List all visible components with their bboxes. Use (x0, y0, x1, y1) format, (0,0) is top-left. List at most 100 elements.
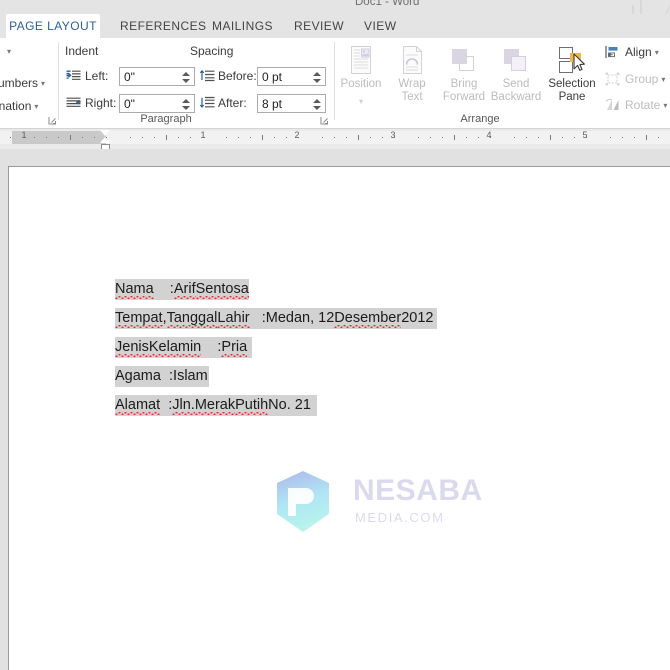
document-line-nama[interactable]: Nama : Arif Sentosa (115, 279, 535, 308)
chevron-down-icon[interactable]: ▾ (41, 79, 45, 88)
tab-review[interactable]: REVIEW (282, 14, 356, 38)
page-setup-line-numbers-button[interactable]: umbers ▾ (0, 76, 45, 90)
indent-left-value: 0" (124, 70, 135, 84)
misspelled-word: Nama (115, 281, 154, 299)
paragraph-group-label: Paragraph (140, 113, 192, 125)
tab-page-layout[interactable]: PAGE LAYOUT (6, 14, 100, 38)
document-line-alamat[interactable]: Alamat : Jln. Merak Putih No. 21 (115, 395, 535, 424)
text-run: : (153, 281, 174, 297)
arrange-group-label: Arrange (460, 113, 500, 125)
paragraph-dialog-launcher[interactable] (320, 116, 329, 125)
ribbon: umbers▾ enation▾ ▾ Indent Spacing (0, 38, 670, 129)
indent-right-stepper[interactable] (181, 95, 192, 114)
text-run: : (160, 368, 174, 384)
spacing-after-input[interactable]: 8 pt (257, 94, 326, 113)
indent-left-input[interactable]: 0" (119, 67, 195, 86)
selected-text: Agama : Islam (115, 366, 209, 387)
text-run: , 12 (310, 310, 335, 326)
indent-left-label: Left: (85, 69, 109, 83)
bring-forward-icon (437, 44, 491, 78)
text-run: Medan (265, 310, 311, 326)
chevron-down-icon[interactable]: ▾ (7, 47, 11, 56)
rotate-button[interactable]: Rotate ▾ (605, 96, 667, 115)
word-window: Doc1 - Word PAGE LAYOUT REFERENCES MAILI… (0, 0, 670, 670)
bring-forward-label: Bring Forward (442, 78, 486, 103)
spacing-after-stepper[interactable] (312, 95, 323, 114)
indent-right-input[interactable]: 0" (119, 94, 195, 113)
spacing-after-label: After: (218, 96, 247, 110)
spacing-before-icon (199, 69, 215, 87)
watermark-brand: NESABA (353, 474, 483, 507)
selection-pane-button[interactable]: Selection Pane (545, 44, 599, 104)
chevron-down-icon[interactable]: ▾ (34, 102, 38, 111)
send-backward-icon (489, 44, 543, 78)
tab-mailings[interactable]: MAILINGS (200, 14, 285, 38)
misspelled-word: Merak (194, 397, 236, 415)
spacing-before-stepper[interactable] (312, 68, 323, 87)
page-setup-more-caret[interactable]: ▾ (4, 44, 11, 58)
selected-text: Jenis Kelamin : Pria (115, 337, 252, 358)
indent-left-stepper[interactable] (181, 68, 192, 87)
indent-markers[interactable] (100, 130, 111, 151)
document-canvas[interactable]: Nama : Arif Sentosa Tempat, Tanggal Lahir… (0, 149, 670, 670)
misspelled-word: Alamat (115, 397, 161, 415)
spacing-before-input[interactable]: 0 pt (257, 67, 326, 86)
tab-view[interactable]: VIEW (352, 14, 408, 38)
indent-right-label: Right: (85, 96, 117, 110)
misspelled-word: Arif (173, 281, 196, 299)
tab-page-layout-label: PAGE LAYOUT (9, 19, 97, 33)
document-page[interactable]: Nama : Arif Sentosa Tempat, Tanggal Lahir… (8, 166, 670, 670)
align-label: Align (625, 45, 652, 59)
align-icon (605, 45, 620, 65)
spacing-before-value: 0 pt (262, 70, 283, 84)
tab-review-label: REVIEW (294, 19, 345, 33)
ruler-number: 1 (21, 130, 27, 140)
misspelled-word: Jln. (172, 397, 195, 415)
text-run: 2012 (401, 310, 434, 326)
chevron-down-icon[interactable]: ▾ (661, 75, 665, 84)
wrap-text-icon (385, 44, 439, 78)
rotate-label: Rotate (625, 98, 661, 112)
bring-forward-button[interactable]: Bring Forward (437, 44, 491, 104)
misspelled-word: Jenis (115, 339, 149, 357)
horizontal-ruler[interactable]: 1 1 2 3 4 5 (0, 129, 670, 151)
document-line-jenis-kelamin[interactable]: Jenis Kelamin : Pria (115, 337, 535, 366)
misspelled-word: Tanggal (166, 310, 218, 328)
indent-right-value: 0" (124, 97, 135, 111)
text-run: : (201, 339, 222, 355)
ruler-number: 4 (486, 130, 492, 140)
chevron-down-icon[interactable]: ▾ (359, 97, 363, 106)
indent-right-icon (66, 96, 81, 114)
hyphenation-label: enation (0, 99, 32, 113)
nesaba-watermark: NESABA MEDIA.COM (275, 470, 482, 544)
group-button[interactable]: Group ▾ (605, 70, 665, 89)
page-setup-dialog-launcher[interactable] (48, 116, 57, 125)
spacing-after-value: 8 pt (262, 97, 283, 111)
indent-header: Indent (65, 44, 99, 58)
tab-references-label: REFERENCES (120, 19, 207, 33)
misspelled-word: Putih (235, 397, 269, 415)
line-numbers-label: umbers (0, 76, 39, 90)
document-body[interactable]: Nama : Arif Sentosa Tempat, Tanggal Lahir… (115, 279, 535, 424)
text-run: Agama (115, 368, 161, 384)
ruler-number: 5 (582, 130, 588, 140)
misspelled-word: Pria (221, 339, 248, 357)
send-backward-button[interactable]: Send Backward (489, 44, 543, 104)
align-button[interactable]: Align ▾ (605, 43, 659, 62)
document-line-tempat-tanggal-lahir[interactable]: Tempat, Tanggal Lahir : Medan, 12 Desemb… (115, 308, 535, 337)
text-run: Islam (173, 368, 208, 384)
rotate-icon (605, 98, 620, 118)
selection-pane-label: Selection Pane (548, 78, 596, 103)
page-setup-hyphenation-button[interactable]: enation▾ (0, 99, 38, 113)
misspelled-word: Desember (334, 310, 402, 328)
ruler-number: 1 (200, 130, 206, 140)
position-button[interactable]: Position ▾ (334, 44, 388, 109)
spacing-after-icon (199, 96, 215, 114)
group-icon (605, 72, 620, 92)
document-line-agama[interactable]: Agama : Islam (115, 366, 535, 395)
chevron-down-icon[interactable]: ▾ (655, 48, 659, 57)
misspelled-word: Kelamin (148, 339, 202, 357)
watermark-sub: MEDIA.COM (355, 510, 445, 525)
wrap-text-button[interactable]: Wrap Text (385, 44, 439, 104)
chevron-down-icon[interactable]: ▾ (663, 101, 667, 110)
